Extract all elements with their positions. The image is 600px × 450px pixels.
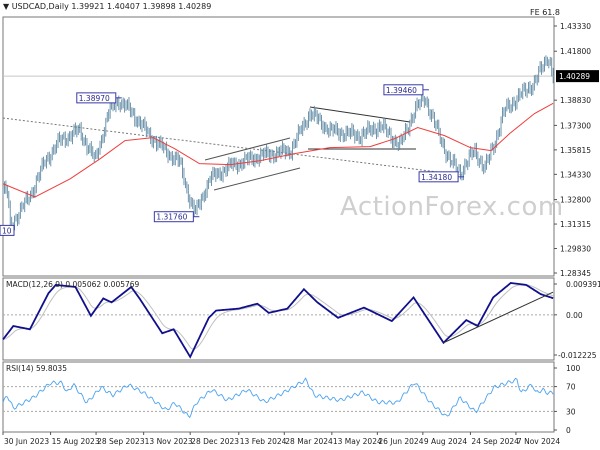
date-tick-label: 30 Jun 2023 <box>4 437 49 446</box>
macd-title: MACD(12,26,9) 0.005062 0.005769 <box>6 280 140 289</box>
rsi-title: RSI(14) 59.8035 <box>6 364 67 373</box>
date-tick-label: 28 Dec 2023 <box>191 437 239 446</box>
date-tick-label: 28 Sep 2023 <box>97 437 145 446</box>
current-price-label: 1.40289 <box>559 72 590 81</box>
date-tick-label: 26 Jun 2024 <box>378 437 423 446</box>
price-tick-label: 1.31315 <box>560 220 591 229</box>
chart-canvas: 1.43330 1.41800 1.38830 1.37300 1.35815 1.343… <box>0 16 600 446</box>
price-panel <box>2 16 555 277</box>
rsi-tick-label: 30 <box>566 407 576 416</box>
date-tick-label: 13 Nov 2023 <box>145 437 193 446</box>
price-tick-label: 1.32800 <box>560 196 591 205</box>
price-tick-label: 1.28345 <box>560 269 591 278</box>
macd-line <box>2 282 554 359</box>
macd-tick-label: 0.00 <box>566 311 583 320</box>
chart-header: ▼ USDCAD,Daily 1.39921 1.40407 1.39898 1… <box>3 2 211 11</box>
fe-label: FE 61.8 <box>530 8 561 17</box>
watermark: ActionForex.com <box>340 192 564 222</box>
date-tick-label: 7 Nov 2024 <box>517 437 560 446</box>
date-tick-label: 13 Feb 2024 <box>240 437 287 446</box>
annotation-label: 1.38970 <box>79 94 110 103</box>
dashed-trendline <box>2 117 463 176</box>
rsi-tick-label: 100 <box>566 364 581 373</box>
macd-panel <box>2 277 555 361</box>
ohlc-values: 1.39921 1.40407 1.39898 1.40289 <box>71 2 212 11</box>
date-tick-label: 9 Aug 2024 <box>424 437 467 446</box>
rsi-tick-label: 0 <box>566 426 571 435</box>
annotation-label: 1.34180 <box>421 173 452 182</box>
dropdown-arrow-icon[interactable]: ▼ <box>3 2 9 11</box>
price-tick-label: 1.41800 <box>560 47 591 56</box>
rsi-tick-label: 70 <box>566 383 576 392</box>
rsi-panel <box>2 361 555 433</box>
price-tick-label: 1.29830 <box>560 245 591 254</box>
price-tick-label: 1.34330 <box>560 170 591 179</box>
channel-lower-line <box>213 167 301 191</box>
date-tick-label: 28 Mar 2024 <box>285 437 333 446</box>
macd-tick-label: 0.009391 <box>566 280 600 289</box>
rsi-line <box>2 377 554 419</box>
date-tick-label: 13 May 2024 <box>333 437 382 446</box>
macd-signal-line <box>2 284 554 350</box>
date-tick-label: 24 Sep 2024 <box>471 437 519 446</box>
symbol-label: USDCAD,Daily <box>11 2 69 11</box>
annotation-label: 1.39460 <box>386 86 417 95</box>
date-tick-label: 15 Aug 2023 <box>52 437 100 446</box>
annotation-label: 1.31760 <box>156 213 187 222</box>
price-tick-label: 1.43330 <box>560 22 591 31</box>
macd-trendline <box>443 291 554 344</box>
macd-tick-label: -0.012225 <box>558 351 597 360</box>
price-tick-label: 1.37300 <box>560 121 591 130</box>
price-tick-label: 1.35815 <box>560 146 591 155</box>
annotation-label: 10 <box>2 226 12 235</box>
triangle-upper-line <box>309 106 411 123</box>
price-tick-label: 1.38830 <box>560 96 591 105</box>
